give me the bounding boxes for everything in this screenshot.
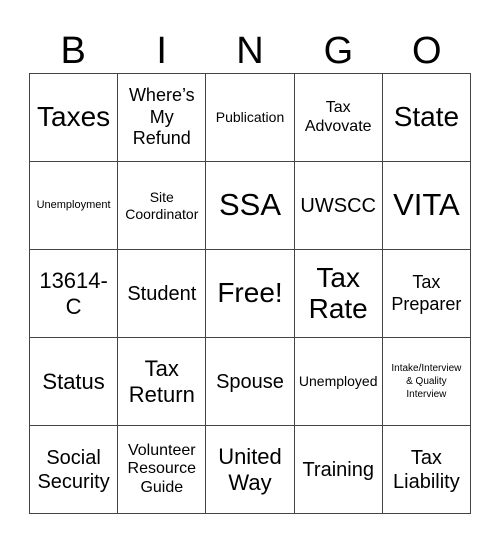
bingo-cell[interactable]: Publication — [206, 74, 295, 162]
bingo-cell[interactable]: Volunteer Resource Guide — [118, 426, 207, 514]
bingo-cell[interactable]: State — [382, 74, 471, 162]
bingo-cell[interactable]: UWSCC — [294, 162, 383, 250]
bingo-cell[interactable]: Taxes — [30, 74, 119, 162]
cell-text: SSA — [218, 187, 281, 223]
bingo-cell[interactable]: Status — [30, 338, 119, 426]
header-letter-i: I — [156, 30, 167, 72]
cell-text: Student — [127, 282, 197, 305]
cell-text: Taxes — [37, 101, 111, 133]
bingo-cell[interactable]: Unemployment — [30, 162, 119, 250]
bingo-cell[interactable]: VITA — [382, 162, 471, 250]
header-letter-o: O — [412, 30, 442, 72]
cell-text: Intake/Interview & Quality Interview — [391, 363, 462, 400]
cell-text: Site Coordinator — [125, 189, 199, 222]
cell-text: Free! — [217, 277, 283, 309]
cell-text: Training — [302, 458, 374, 481]
bingo-header: B I N G O — [29, 28, 471, 74]
cell-text: Tax Preparer — [391, 271, 462, 314]
cell-text: Social Security — [37, 446, 110, 493]
bingo-cell[interactable]: Tax Liability — [382, 426, 471, 514]
header-letter-n: N — [236, 30, 264, 72]
bingo-cell[interactable]: Training — [294, 426, 383, 514]
bingo-cell[interactable]: Tax Advovate — [294, 74, 383, 162]
header-letter-g: G — [323, 30, 354, 72]
cell-text: Where’s My Refund — [128, 85, 195, 149]
bingo-cell[interactable]: Intake/Interview & Quality Interview — [382, 338, 471, 426]
cell-text: UWSCC — [300, 194, 376, 217]
cell-text: 13614- C — [39, 268, 108, 319]
cell-text: Tax Advovate — [304, 99, 372, 135]
bingo-cell[interactable]: Tax Preparer — [382, 250, 471, 338]
bingo-cell[interactable]: United Way — [206, 426, 295, 514]
cell-text: Unemployed — [298, 373, 378, 390]
cell-text: Status — [42, 368, 105, 394]
cell-text: Tax Liability — [393, 446, 460, 493]
bingo-cell free-space[interactable]: Free! — [206, 250, 295, 338]
cell-text: Tax Rate — [308, 261, 368, 324]
bingo-cell[interactable]: 13614- C — [30, 250, 119, 338]
bingo-cell[interactable]: Spouse — [206, 338, 295, 426]
cell-text: Publication — [215, 109, 285, 126]
cell-text: Tax Return — [128, 356, 195, 407]
bingo-cell[interactable]: Tax Return — [118, 338, 207, 426]
bingo-cell[interactable]: Social Security — [30, 426, 119, 514]
cell-text: State — [393, 101, 460, 133]
bingo-cell[interactable]: SSA — [206, 162, 295, 250]
cell-text: Volunteer Resource Guide — [127, 441, 197, 496]
bingo-cell[interactable]: Where’s My Refund — [118, 74, 207, 162]
cell-text: VITA — [393, 187, 460, 223]
cell-text: United Way — [218, 444, 282, 495]
cell-text: Unemployment — [36, 198, 111, 211]
bingo-grid: Taxes Where’s My Refund Publication Tax … — [29, 73, 471, 514]
bingo-cell[interactable]: Student — [118, 250, 207, 338]
bingo-cell[interactable]: Site Coordinator — [118, 162, 207, 250]
bingo-cell[interactable]: Unemployed — [294, 338, 383, 426]
bingo-cell[interactable]: Tax Rate — [294, 250, 383, 338]
cell-text: Spouse — [216, 370, 284, 393]
header-letter-b: B — [60, 30, 86, 72]
